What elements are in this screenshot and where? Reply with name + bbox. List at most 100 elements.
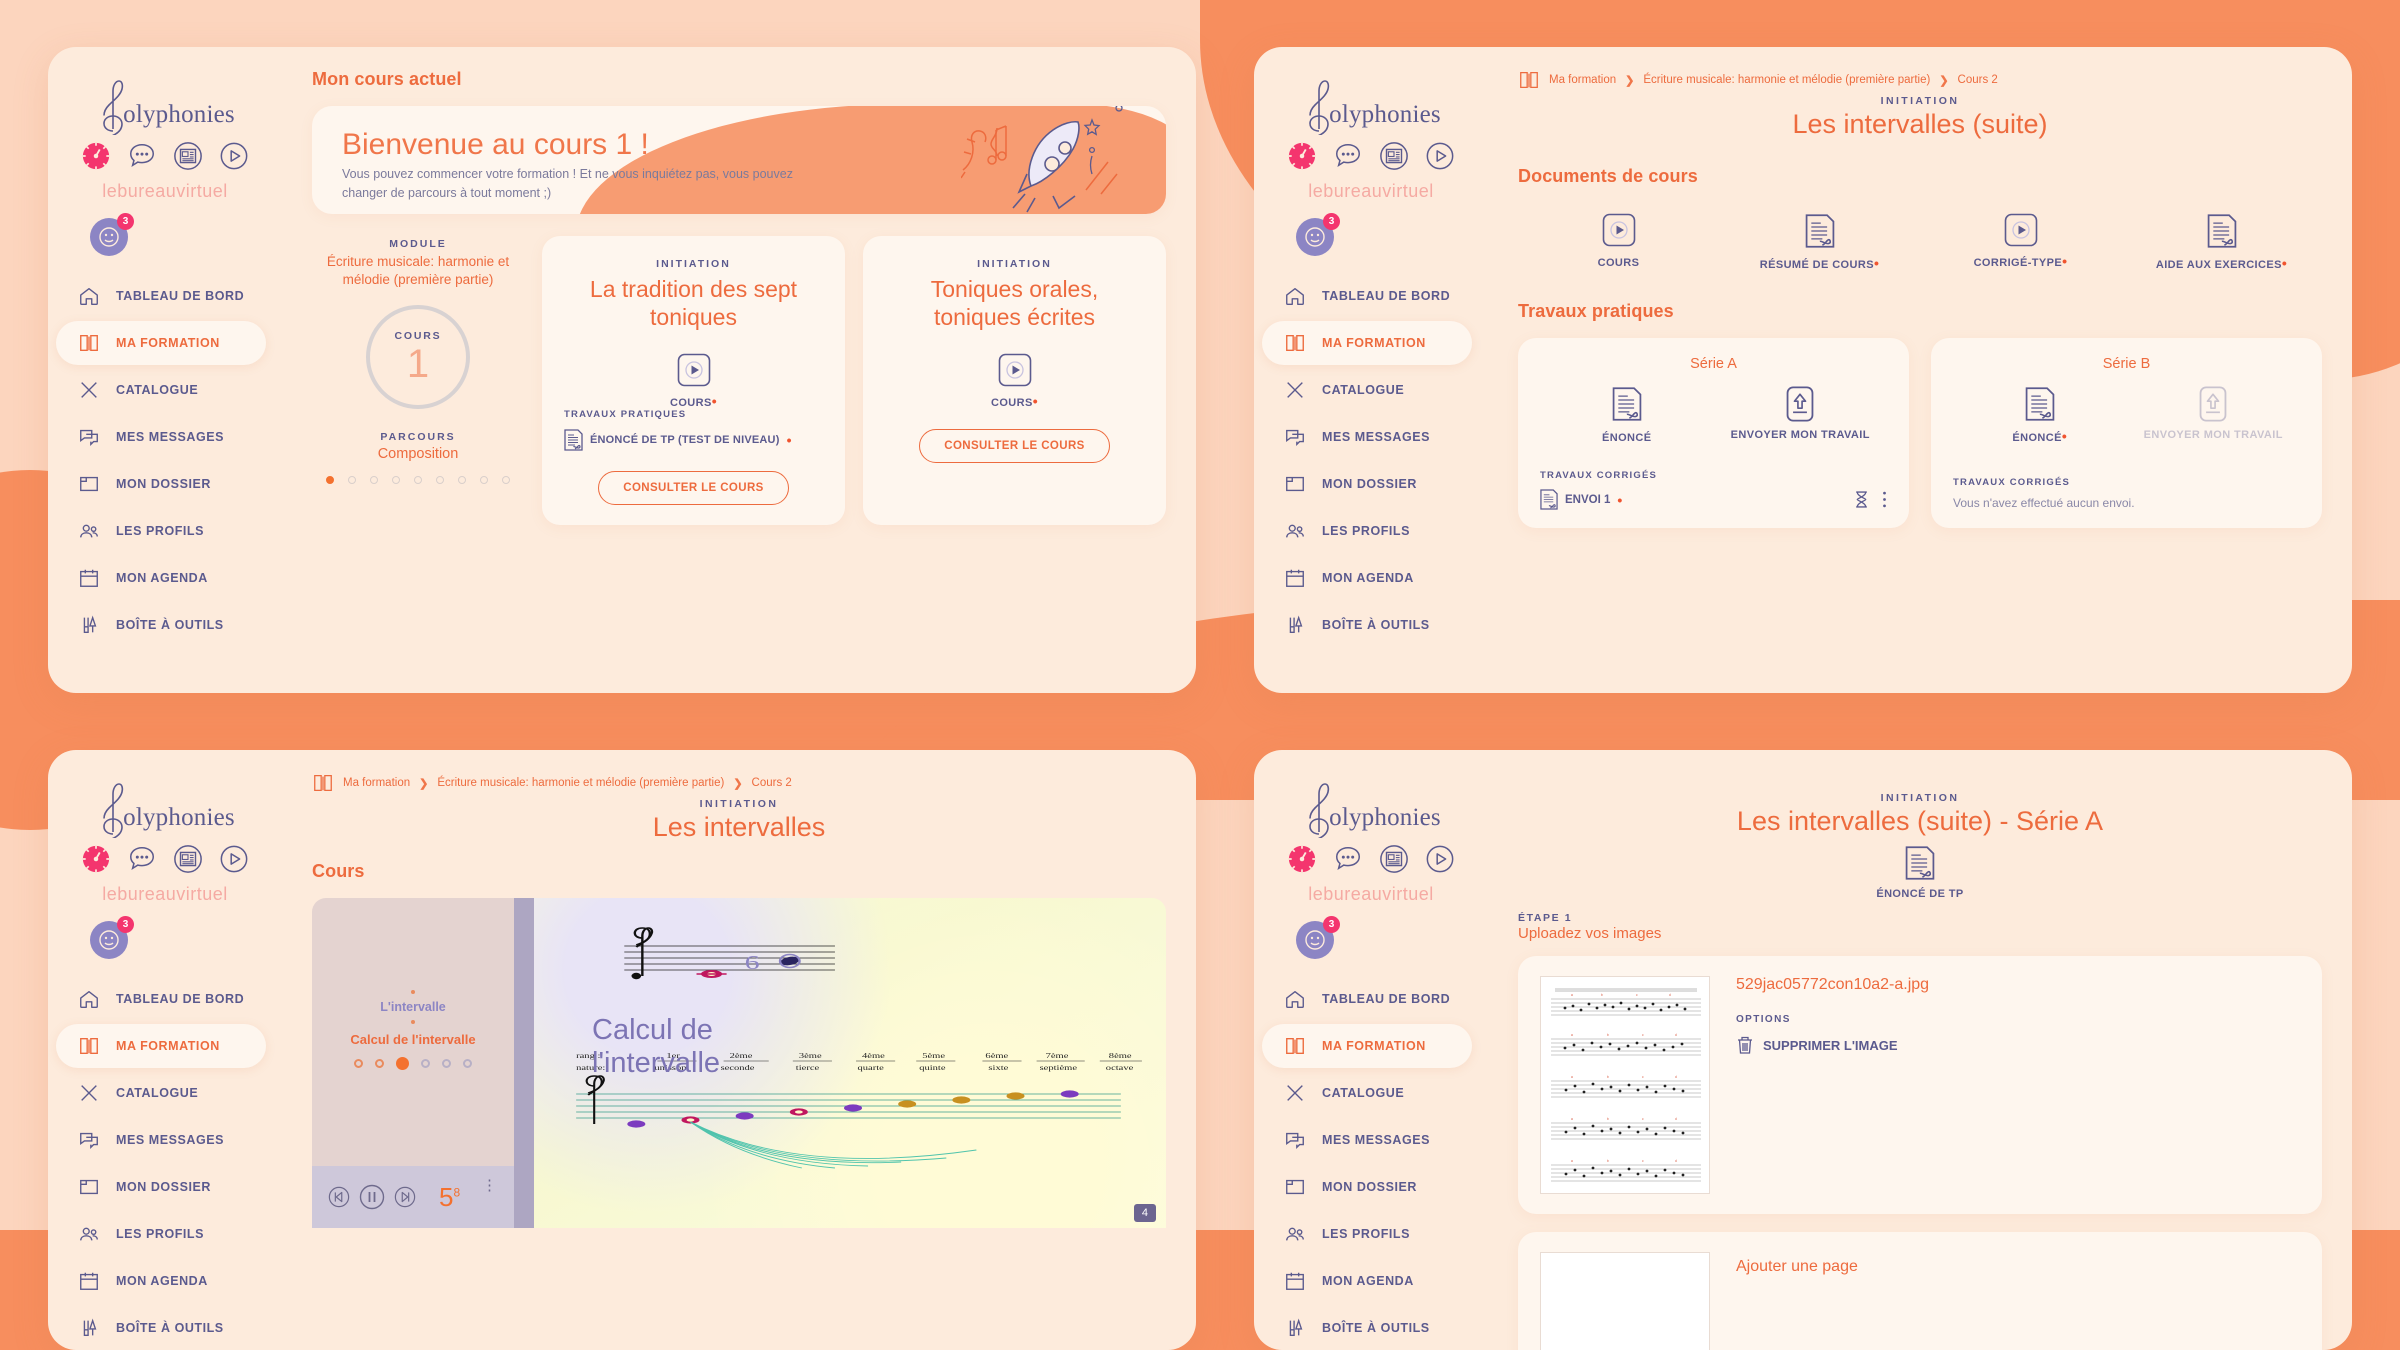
sidebar-item-ma-formation[interactable]: MA FORMATION	[1262, 1024, 1472, 1068]
chat-bubble-icon[interactable]	[127, 844, 157, 874]
sidebar-item-les-profils[interactable]: LES PROFILS	[1262, 1212, 1472, 1256]
play-circle-icon[interactable]	[219, 141, 249, 171]
document-item-resume-de-cours[interactable]: RÉSUMÉ DE COURS•	[1719, 213, 1920, 271]
parcours-dot[interactable]	[480, 476, 488, 485]
breadcrumb-item-0[interactable]: Ma formation	[1549, 74, 1616, 86]
step-dot[interactable]	[375, 1059, 384, 1068]
step-dot[interactable]	[421, 1059, 430, 1068]
serie-item-enonce[interactable]: ÉNONCÉ•	[1953, 386, 2127, 444]
breadcrumb-item-2[interactable]: Cours 2	[752, 777, 792, 789]
chat-bubble-icon[interactable]	[127, 141, 157, 171]
sidebar-item-ma-formation[interactable]: MA FORMATION	[56, 1024, 266, 1068]
sidebar-item-boite-a-outils[interactable]: BOÎTE À OUTILS	[1262, 603, 1472, 647]
gauge-icon[interactable]	[81, 141, 111, 171]
parcours-dot[interactable]	[348, 476, 356, 485]
chat-bubble-icon[interactable]	[1333, 844, 1363, 874]
gauge-icon[interactable]	[1287, 844, 1317, 874]
document-item-cours[interactable]: COURS	[1518, 213, 1719, 271]
parcours-dot[interactable]	[414, 476, 422, 485]
step-dot-active[interactable]	[396, 1057, 409, 1070]
news-icon[interactable]	[173, 141, 203, 171]
consulter-le-cours-button[interactable]: CONSULTER LE COURS	[598, 471, 789, 506]
step-dot[interactable]	[442, 1059, 451, 1068]
sidebar-item-mon-agenda[interactable]: MON AGENDA	[1262, 556, 1472, 600]
sidebar-item-tableau-de-bord[interactable]: TABLEAU DE BORD	[56, 977, 266, 1021]
sidebar-item-tableau-de-bord[interactable]: TABLEAU DE BORD	[56, 274, 266, 318]
sidebar-item-catalogue[interactable]: CATALOGUE	[56, 1071, 266, 1115]
sidebar-item-boite-a-outils[interactable]: BOÎTE À OUTILS	[56, 603, 266, 647]
avatar-wrap[interactable]: 3	[90, 916, 134, 959]
play-circle-icon[interactable]	[1425, 844, 1455, 874]
sidebar-item-mon-dossier[interactable]: MON DOSSIER	[56, 462, 266, 506]
step-dot[interactable]	[354, 1059, 363, 1068]
sidebar-item-mes-messages[interactable]: MES MESSAGES	[56, 415, 266, 459]
sidebar-item-les-profils[interactable]: LES PROFILS	[56, 509, 266, 553]
sidebar-item-mon-dossier[interactable]: MON DOSSIER	[1262, 462, 1472, 506]
brand-logo[interactable]: olyphonies	[48, 73, 282, 135]
lesson-doc-tile[interactable]: COURS•	[564, 353, 823, 409]
sidebar-item-mes-messages[interactable]: MES MESSAGES	[1262, 415, 1472, 459]
sidebar-item-mon-agenda[interactable]: MON AGENDA	[1262, 1259, 1472, 1303]
sidebar-item-ma-formation[interactable]: MA FORMATION	[1262, 321, 1472, 365]
rewind-icon[interactable]	[328, 1186, 350, 1208]
hourglass-icon[interactable]	[1854, 491, 1869, 508]
brand-logo[interactable]: olyphonies	[1254, 73, 1488, 135]
gauge-icon[interactable]	[1287, 141, 1317, 171]
document-item-corrige-type[interactable]: CORRIGÉ-TYPE•	[1920, 213, 2121, 271]
parcours-dot[interactable]	[326, 476, 334, 485]
sidebar-item-mon-dossier[interactable]: MON DOSSIER	[56, 1165, 266, 1209]
serie-item-envoyer-mon-travail[interactable]: ENVOYER MON TRAVAIL	[1714, 386, 1888, 444]
kebab-menu-icon[interactable]: ⋮	[482, 1166, 498, 1194]
parcours-dot[interactable]	[370, 476, 378, 485]
avatar-wrap[interactable]: 3	[1296, 916, 1340, 959]
avatar-wrap[interactable]: 3	[90, 213, 134, 256]
add-page-thumbnail[interactable]	[1540, 1252, 1710, 1350]
parcours-dot[interactable]	[502, 476, 510, 485]
breadcrumb-item-1[interactable]: Écriture musicale: harmonie et mélodie (…	[1643, 74, 1930, 86]
delete-image-button[interactable]: SUPPRIMER L'IMAGE	[1736, 1035, 1929, 1055]
sidebar-item-boite-a-outils[interactable]: BOÎTE À OUTILS	[1262, 1306, 1472, 1350]
lesson-doc-tile[interactable]: COURS•	[885, 353, 1144, 409]
parcours-dot[interactable]	[436, 476, 444, 485]
breadcrumb-item-0[interactable]: Ma formation	[343, 777, 410, 789]
sidebar-item-mes-messages[interactable]: MES MESSAGES	[1262, 1118, 1472, 1162]
play-circle-icon[interactable]	[1425, 141, 1455, 171]
news-icon[interactable]	[1379, 141, 1409, 171]
brand-logo[interactable]: olyphonies	[48, 776, 282, 838]
pause-icon[interactable]	[359, 1184, 385, 1210]
kebab-menu-icon[interactable]	[1882, 491, 1887, 508]
envoi-link[interactable]: ENVOI 1 •	[1540, 489, 1622, 510]
sidebar-item-tableau-de-bord[interactable]: TABLEAU DE BORD	[1262, 274, 1472, 318]
parcours-dot[interactable]	[458, 476, 466, 485]
sidebar-item-tableau-de-bord[interactable]: TABLEAU DE BORD	[1262, 977, 1472, 1021]
breadcrumb-item-2[interactable]: Cours 2	[1958, 74, 1998, 86]
viewer-scrollbar[interactable]	[514, 898, 534, 1228]
sidebar-item-les-profils[interactable]: LES PROFILS	[1262, 509, 1472, 553]
document-item-aide-aux-exercices[interactable]: AIDE AUX EXERCICES•	[2121, 213, 2322, 271]
header-doc-tile[interactable]: ÉNONCÉ DE TP	[1518, 845, 2322, 900]
add-page-card[interactable]: Ajouter une page	[1518, 1232, 2322, 1350]
gauge-icon[interactable]	[81, 844, 111, 874]
serie-item-enonce[interactable]: ÉNONCÉ	[1540, 386, 1714, 444]
chat-bubble-icon[interactable]	[1333, 141, 1363, 171]
sidebar-item-mes-messages[interactable]: MES MESSAGES	[56, 1118, 266, 1162]
sidebar-item-mon-agenda[interactable]: MON AGENDA	[56, 1259, 266, 1303]
sidebar-item-catalogue[interactable]: CATALOGUE	[1262, 1071, 1472, 1115]
sidebar-item-catalogue[interactable]: CATALOGUE	[1262, 368, 1472, 412]
parcours-dot[interactable]	[392, 476, 400, 485]
news-icon[interactable]	[173, 844, 203, 874]
brand-logo[interactable]: olyphonies	[1254, 776, 1488, 838]
tp-link[interactable]: ÉNONCÉ DE TP (TEST DE NIVEAU) •	[564, 429, 823, 451]
sidebar-item-boite-a-outils[interactable]: BOÎTE À OUTILS	[56, 1306, 266, 1350]
step-dot[interactable]	[463, 1059, 472, 1068]
sidebar-item-mon-dossier[interactable]: MON DOSSIER	[1262, 1165, 1472, 1209]
consulter-le-cours-button[interactable]: CONSULTER LE COURS	[919, 429, 1110, 464]
file-thumbnail[interactable]: abcd abcd abcd abcd abcd	[1540, 976, 1710, 1194]
sidebar-item-les-profils[interactable]: LES PROFILS	[56, 1212, 266, 1256]
avatar-wrap[interactable]: 3	[1296, 213, 1340, 256]
breadcrumb-item-1[interactable]: Écriture musicale: harmonie et mélodie (…	[437, 777, 724, 789]
news-icon[interactable]	[1379, 844, 1409, 874]
sidebar-item-catalogue[interactable]: CATALOGUE	[56, 368, 266, 412]
forward-icon[interactable]	[394, 1186, 416, 1208]
sidebar-item-mon-agenda[interactable]: MON AGENDA	[56, 556, 266, 600]
